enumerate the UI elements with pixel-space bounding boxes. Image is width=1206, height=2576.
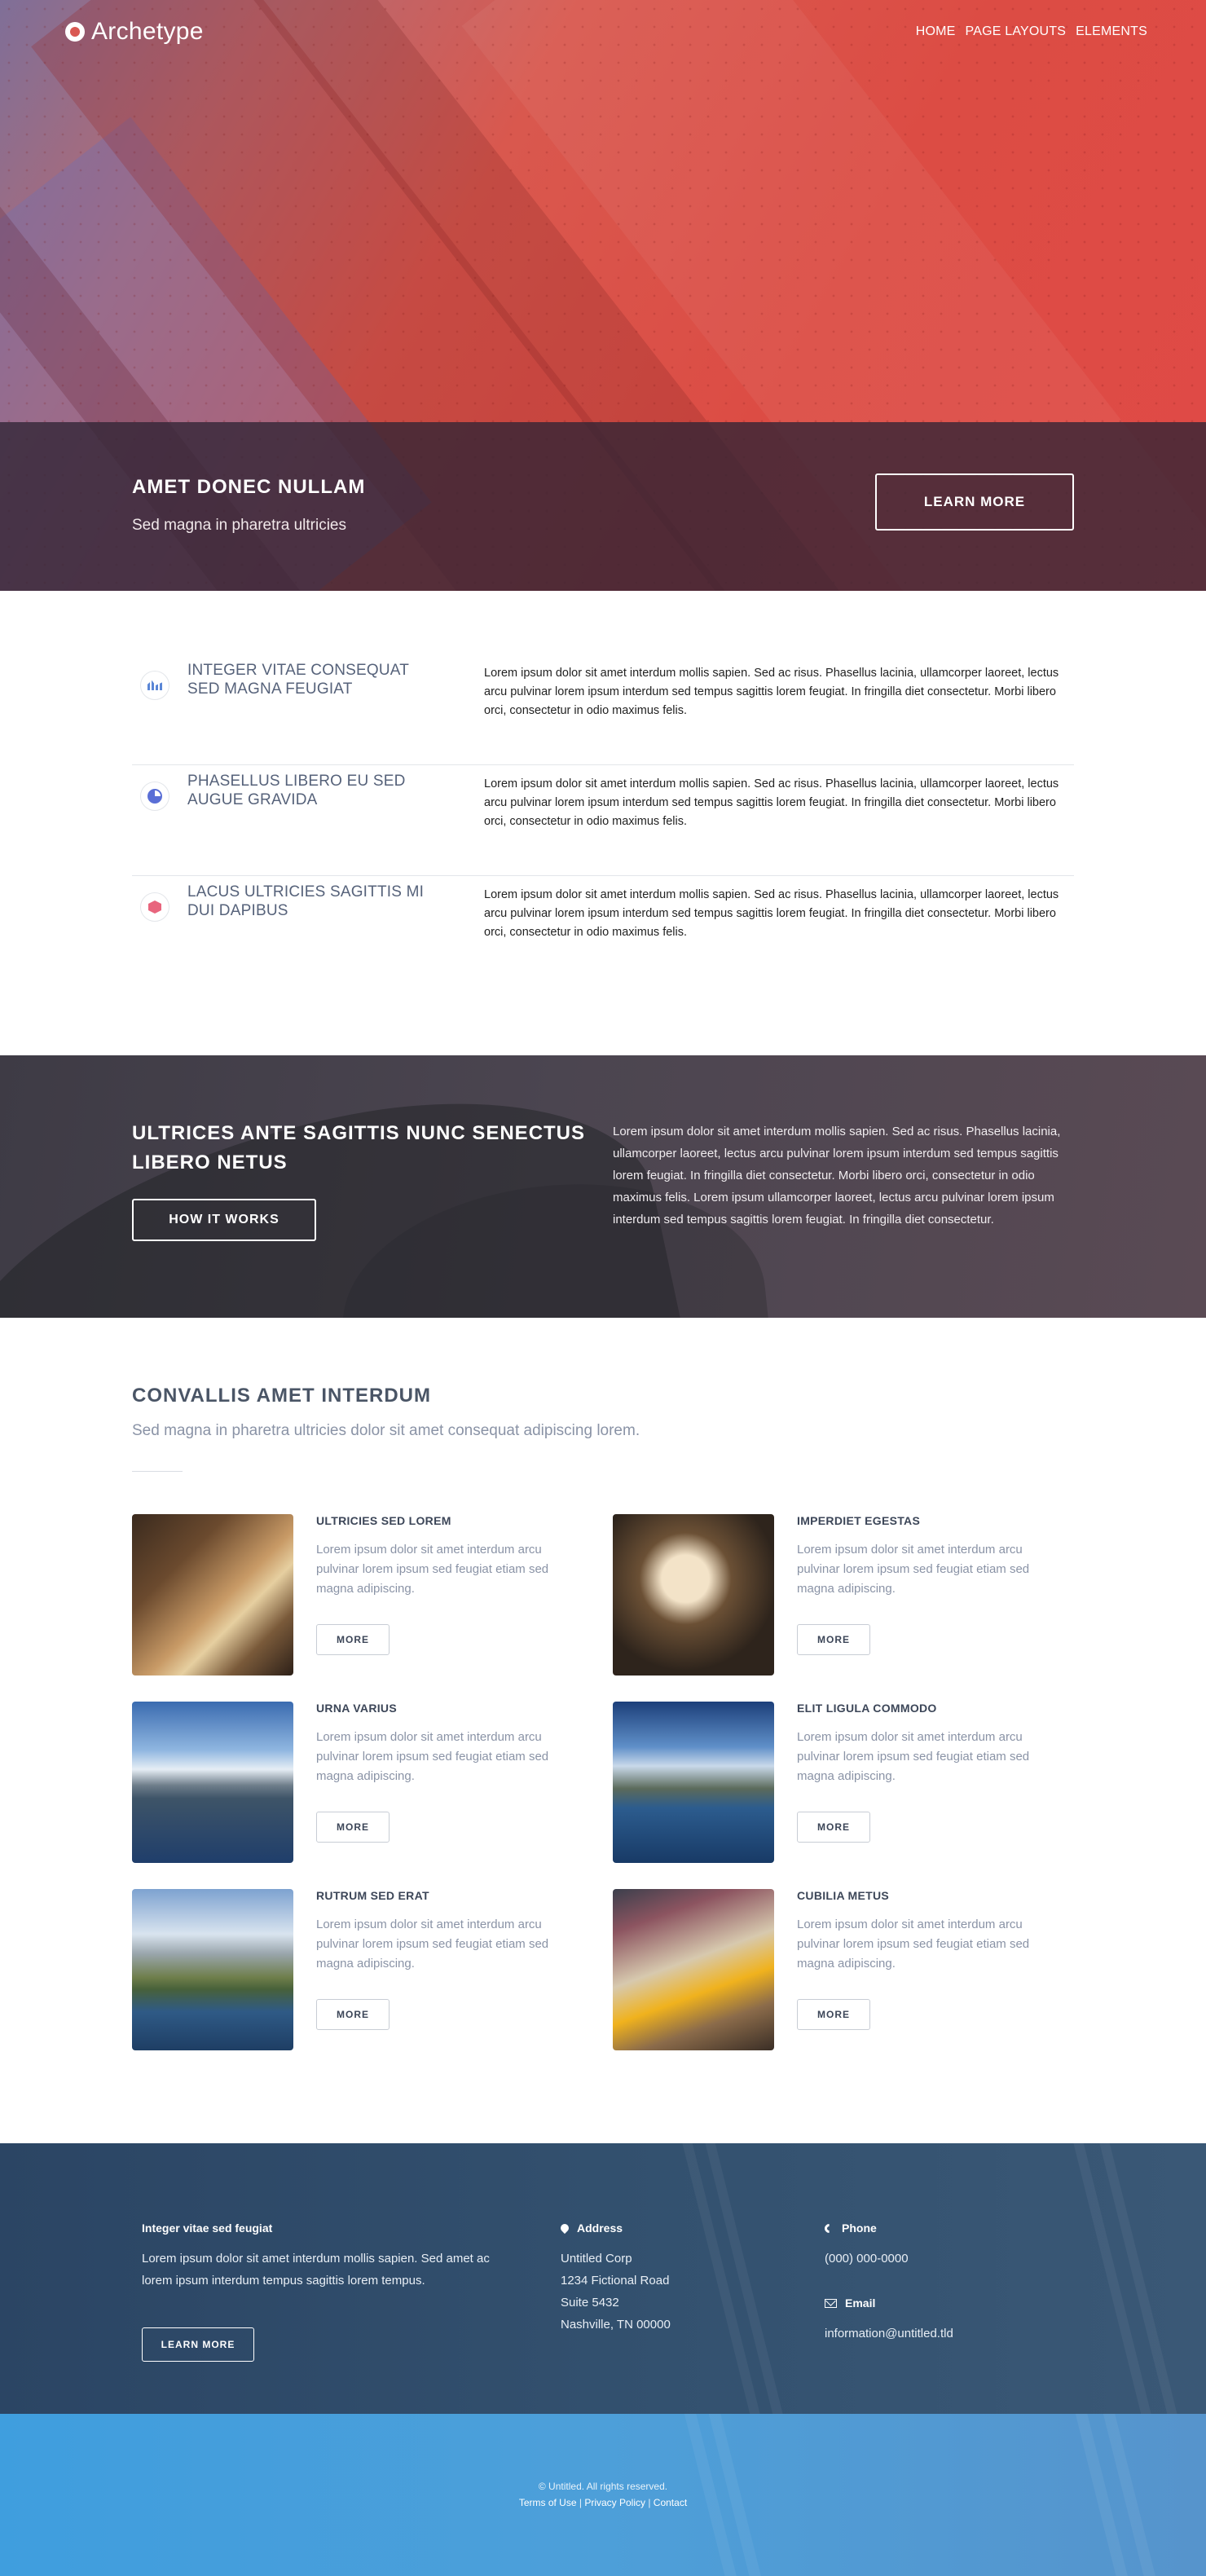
footer-learn-more-button[interactable]: LEARN MORE — [142, 2327, 254, 2362]
card-image[interactable] — [132, 1889, 293, 2050]
card-text: Lorem ipsum dolor sit amet interdum arcu… — [316, 1918, 549, 1971]
how-text: Lorem ipsum dolor sit amet interdum moll… — [613, 1125, 1061, 1226]
footer-phone-heading: Phone — [822, 2222, 877, 2235]
more-button[interactable]: MORE — [316, 1624, 390, 1655]
card-image[interactable] — [613, 1889, 774, 2050]
card-text: Lorem ipsum dolor sit amet interdum arcu… — [797, 1918, 1030, 1971]
footer-section: Integer vitae sed feugiat Lorem ipsum do… — [0, 2143, 1206, 2414]
phone-title: Phone — [842, 2222, 877, 2235]
copyright-text: © Untitled. All rights reserved. — [538, 2481, 668, 2492]
contact-link[interactable]: Contact — [654, 2497, 687, 2508]
section-divider — [132, 1471, 183, 1472]
nav-link-elements[interactable]: ELEMENTS — [1076, 24, 1147, 39]
phone-icon — [822, 2222, 836, 2235]
card-image[interactable] — [613, 1514, 774, 1676]
banner-subtitle: Sed magna in pharetra ultricies — [132, 517, 346, 534]
nav-link-page-layouts[interactable]: PAGE LAYOUTS — [966, 24, 1067, 39]
more-button[interactable]: MORE — [797, 1624, 870, 1655]
footer-email-heading: Email — [825, 2296, 875, 2310]
card-title: ELIT LIGULA COMMODO — [797, 1702, 937, 1715]
nav-link-home[interactable]: HOME — [916, 24, 956, 39]
address-line: Suite 5432 — [561, 2296, 619, 2310]
cube-icon — [140, 892, 169, 922]
features-section: INTEGER VITAE CONSEQUAT SED MAGNA FEUGIA… — [0, 591, 1206, 1055]
top-navbar: Archetype HOME PAGE LAYOUTS ELEMENTS — [0, 0, 1206, 65]
how-it-works-section: ULTRICES ANTE SAGITTIS NUNC SENECTUS LIB… — [0, 1055, 1206, 1318]
pie-chart-icon — [140, 782, 169, 811]
banner-title: AMET DONEC NULLAM — [132, 476, 366, 498]
card-text: Lorem ipsum dolor sit amet interdum arcu… — [316, 1730, 549, 1783]
area-chart-icon — [140, 671, 169, 700]
card-image[interactable] — [132, 1702, 293, 1863]
footer-about-title: Integer vitae sed feugiat — [142, 2222, 273, 2235]
email-title: Email — [845, 2296, 876, 2310]
card-text: Lorem ipsum dolor sit amet interdum arcu… — [797, 1730, 1030, 1783]
main-nav: HOME PAGE LAYOUTS ELEMENTS — [916, 24, 1147, 39]
footer-address-heading: Address — [558, 2222, 623, 2235]
learn-more-button[interactable]: LEARN MORE — [875, 473, 1074, 531]
card-title: IMPERDIET EGESTAS — [797, 1514, 921, 1527]
feature-row: PHASELLUS LIBERO EU SED AUGUE GRAVIDA Lo… — [132, 765, 1074, 876]
address-line: Nashville, TN 00000 — [561, 2318, 671, 2332]
card-title: ULTRICIES SED LOREM — [316, 1514, 451, 1527]
more-button[interactable]: MORE — [316, 1812, 390, 1843]
map-marker-icon — [558, 2222, 571, 2235]
section-lead: Sed magna in pharetra ultricies dolor si… — [132, 1422, 640, 1439]
more-button[interactable]: MORE — [797, 1999, 870, 2030]
feature-row: INTEGER VITAE CONSEQUAT SED MAGNA FEUGIA… — [132, 654, 1074, 765]
feature-text: Lorem ipsum dolor sit amet interdum moll… — [484, 888, 1059, 939]
spotlight-card: CUBILIA METUS Lorem ipsum dolor sit amet… — [613, 1889, 1069, 2052]
email-link[interactable]: information@untitled.tld — [825, 2323, 953, 2345]
feature-text: Lorem ipsum dolor sit amet interdum moll… — [484, 777, 1059, 828]
card-text: Lorem ipsum dolor sit amet interdum arcu… — [316, 1543, 549, 1596]
link-separator: | — [576, 2497, 585, 2508]
card-image[interactable] — [132, 1514, 293, 1676]
feature-title: INTEGER VITAE CONSEQUAT SED MAGNA FEUGIA… — [187, 662, 409, 698]
how-title: ULTRICES ANTE SAGITTIS NUNC SENECTUS LIB… — [132, 1122, 586, 1174]
feature-title: LACUS ULTRICIES SAGITTIS MI DUI DAPIBUS — [187, 883, 425, 919]
copyright-bar: © Untitled. All rights reserved. Terms o… — [0, 2414, 1206, 2576]
link-separator: | — [645, 2497, 654, 2508]
card-image[interactable] — [613, 1702, 774, 1863]
address-line: 1234 Fictional Road — [561, 2274, 670, 2288]
address-line: Untitled Corp — [561, 2252, 632, 2266]
feature-row: LACUS ULTRICIES SAGITTIS MI DUI DAPIBUS … — [132, 876, 1074, 987]
card-title: RUTRUM SED ERAT — [316, 1889, 429, 1902]
terms-link[interactable]: Terms of Use — [519, 2497, 577, 2508]
card-title: CUBILIA METUS — [797, 1889, 890, 1902]
spotlight-card: IMPERDIET EGESTAS Lorem ipsum dolor sit … — [613, 1514, 1069, 1677]
hero-section: Archetype HOME PAGE LAYOUTS ELEMENTS AME… — [0, 0, 1206, 591]
phone-number[interactable]: (000) 000-0000 — [825, 2248, 909, 2270]
feature-text: Lorem ipsum dolor sit amet interdum moll… — [484, 667, 1059, 717]
section-title: CONVALLIS AMET INTERDUM — [132, 1385, 431, 1407]
footer-links: Terms of Use | Privacy Policy | Contact — [0, 2497, 1206, 2508]
privacy-link[interactable]: Privacy Policy — [584, 2497, 645, 2508]
feature-title: PHASELLUS LIBERO EU SED AUGUE GRAVIDA — [187, 773, 406, 808]
spotlight-card: ELIT LIGULA COMMODO Lorem ipsum dolor si… — [613, 1702, 1069, 1865]
more-button[interactable]: MORE — [797, 1812, 870, 1843]
envelope-icon — [825, 2298, 837, 2308]
spotlight-card: RUTRUM SED ERAT Lorem ipsum dolor sit am… — [132, 1889, 588, 2052]
brand-name: Archetype — [91, 18, 204, 45]
hero-banner: AMET DONEC NULLAM Sed magna in pharetra … — [0, 422, 1206, 591]
footer-about-text: Lorem ipsum dolor sit amet interdum moll… — [142, 2252, 490, 2288]
github-icon — [65, 22, 85, 42]
convallis-section: CONVALLIS AMET INTERDUM Sed magna in pha… — [0, 1318, 1206, 2143]
card-title: URNA VARIUS — [316, 1702, 397, 1715]
address-block: Untitled Corp 1234 Fictional Road Suite … — [561, 2248, 671, 2336]
brand-logo-link[interactable]: Archetype — [65, 18, 204, 46]
spotlight-card: URNA VARIUS Lorem ipsum dolor sit amet i… — [132, 1702, 588, 1865]
card-text: Lorem ipsum dolor sit amet interdum arcu… — [797, 1543, 1030, 1596]
more-button[interactable]: MORE — [316, 1999, 390, 2030]
address-title: Address — [577, 2222, 623, 2235]
spotlight-card: ULTRICIES SED LOREM Lorem ipsum dolor si… — [132, 1514, 588, 1677]
how-it-works-button[interactable]: HOW IT WORKS — [132, 1199, 316, 1241]
